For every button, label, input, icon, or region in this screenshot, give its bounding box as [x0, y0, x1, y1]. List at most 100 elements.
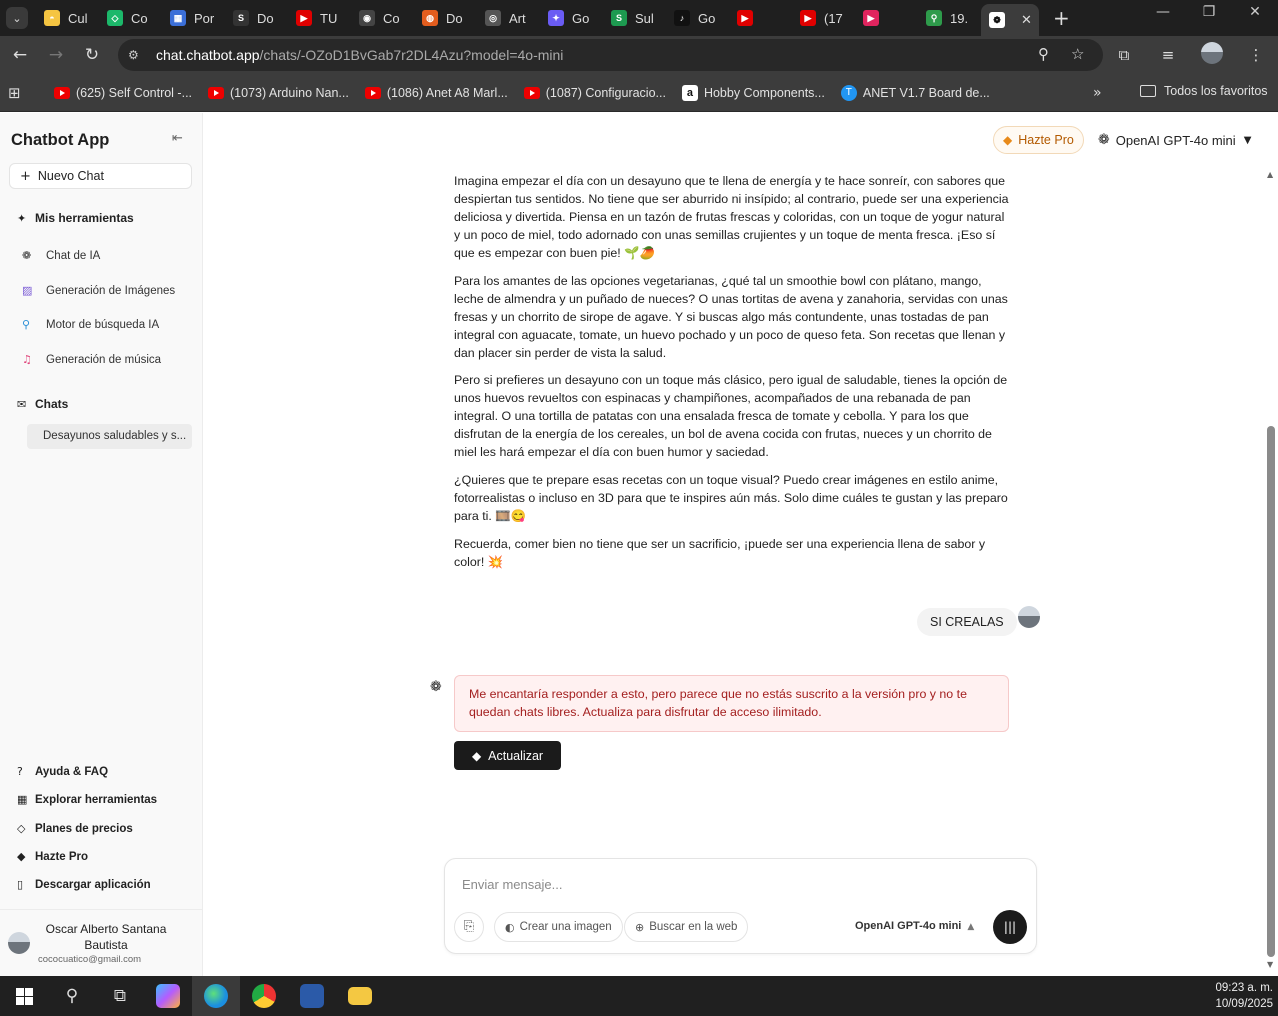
tab-label: Do [446, 10, 463, 26]
sidebar-tool-label: Motor de búsqueda IA [46, 318, 160, 331]
edge-icon[interactable] [192, 976, 240, 1016]
upgrade-button[interactable]: ◆ Actualizar [454, 741, 561, 770]
vscode-icon[interactable] [288, 976, 336, 1016]
tab-label: Co [131, 10, 148, 26]
search-web-button[interactable]: ⊕ Buscar en la web [624, 912, 749, 942]
all-bookmarks-folder[interactable]: Todos los favoritos [1140, 84, 1268, 98]
restore-button[interactable]: ❐ [1186, 0, 1232, 26]
collapse-sidebar-icon[interactable]: ⇤ [172, 131, 183, 146]
sidebar-tool-item[interactable]: ♫ Generación de música [22, 353, 161, 366]
grid-icon: ▦ [17, 793, 28, 806]
sidebar-footer-link[interactable]: ▦ Explorar herramientas [17, 793, 157, 806]
browser-tab[interactable]: ◍ Do [414, 4, 477, 32]
browser-tab[interactable]: ▶ [729, 4, 792, 32]
browser-tab[interactable]: ◉ Co [351, 4, 414, 32]
amazon-icon: a [681, 84, 698, 101]
search-icon: ⚲ [22, 318, 31, 331]
model-selector[interactable]: ❁ OpenAI GPT-4o mini ▼ [1098, 132, 1251, 148]
new-chat-button[interactable]: + Nuevo Chat [9, 163, 192, 189]
browser-tab[interactable]: ▶ [855, 4, 918, 32]
extensions-icon[interactable]: ⧉ [1102, 46, 1146, 64]
bookmark-item[interactable]: T ANET V1.7 Board de... [840, 84, 990, 101]
scroll-down-icon[interactable]: ▼ [1267, 960, 1273, 969]
scroll-up-icon[interactable]: ▲ [1267, 170, 1273, 179]
bookmark-star-icon[interactable]: ☆ [1071, 45, 1084, 63]
sidebar-tool-item[interactable]: ▨ Generación de Imágenes [22, 284, 175, 297]
user-avatar[interactable] [8, 932, 30, 954]
sidebar-tool-label: Chat de IA [46, 249, 101, 262]
browser-tab[interactable]: ♪ Go [666, 4, 729, 32]
zoom-search-icon[interactable]: ⚲ [1038, 45, 1049, 63]
chevron-up-icon: ▲ [967, 922, 975, 932]
file-explorer-icon[interactable] [336, 976, 384, 1016]
divider [0, 909, 203, 910]
browser-tab[interactable]: S Sul [603, 4, 666, 32]
browser-tab[interactable]: S Do [225, 4, 288, 32]
clock-date: 10/09/2025 [1215, 998, 1273, 1010]
browser-tab[interactable]: ▦ Por [162, 4, 225, 32]
composer-model-selector[interactable]: OpenAI GPT-4o mini ▲ [855, 920, 974, 932]
tab-label: 19. [950, 10, 969, 26]
window-controls: — ❐ ✕ [1140, 0, 1278, 26]
back-button[interactable]: ← [2, 45, 38, 65]
url-text[interactable]: chat.chatbot.app/chats/-OZoD1BvGab7r2DL4… [156, 47, 563, 63]
reload-button[interactable]: ↻ [74, 45, 110, 65]
tab-label: Go [572, 10, 590, 26]
sidebar-footer-link[interactable]: ◇ Planes de precios [17, 822, 133, 835]
tab-search-dropdown-icon[interactable]: ⌄ [6, 7, 28, 29]
youtube-icon [364, 86, 381, 99]
profile-avatar[interactable] [1190, 42, 1234, 68]
bookmark-item[interactable]: (1086) Anet A8 Marl... [364, 86, 508, 100]
address-bar[interactable]: ⚙ chat.chatbot.app/chats/-OZoD1BvGab7r2D… [118, 39, 1103, 71]
browser-tab[interactable]: ▶ (17 [792, 4, 855, 32]
active-browser-tab[interactable]: ❁ ✕ [981, 4, 1039, 36]
bookmark-item[interactable]: (1073) Arduino Nan... [208, 86, 349, 100]
system-clock[interactable]: 09:23 a. m. 10/09/2025 [1215, 980, 1273, 1012]
diamond-icon: ◆ [1003, 133, 1013, 147]
browser-tab[interactable]: ▶ TU [288, 4, 351, 32]
browser-tab[interactable]: ◎ Art [477, 4, 540, 32]
start-windows-icon[interactable] [0, 976, 48, 1016]
tab-favicon-icon: ♪ [674, 10, 690, 26]
bookmark-item[interactable]: a Hobby Components... [681, 84, 825, 101]
bookmark-item[interactable]: (1087) Configuracio... [523, 86, 666, 100]
close-tab-icon[interactable]: ✕ [1021, 13, 1032, 28]
sidebar-tool-item[interactable]: ⚲ Motor de búsqueda IA [22, 318, 159, 331]
apps-grid-icon[interactable]: ⊞ [8, 84, 38, 102]
sidebar-footer-link[interactable]: ▯ Descargar aplicación [17, 878, 151, 891]
sidebar-tool-item[interactable]: ❁ Chat de IA [22, 249, 100, 262]
create-image-button[interactable]: ◐ Crear una imagen [494, 912, 623, 942]
copilot-icon[interactable] [144, 976, 192, 1016]
new-tab-button[interactable]: + [1053, 6, 1070, 30]
scrollbar-thumb[interactable] [1267, 426, 1275, 957]
user-name[interactable]: Oscar Alberto Santana Bautista [32, 921, 180, 953]
forward-button[interactable]: → [38, 45, 74, 65]
task-view-icon[interactable]: ⧉ [96, 976, 144, 1016]
site-info-icon[interactable]: ⚙ [128, 48, 144, 62]
sidebar-footer-link[interactable]: ◆ Hazte Pro [17, 850, 88, 863]
browser-tab[interactable]: ◓ Cul [36, 4, 99, 32]
phone-icon: ▯ [17, 878, 24, 891]
chrome-icon[interactable] [240, 976, 288, 1016]
voice-input-button[interactable]: ||| [993, 910, 1027, 944]
browser-tab[interactable]: ⚲ 19. [918, 4, 981, 32]
hazte-pro-button[interactable]: ◆ Hazte Pro [993, 126, 1084, 154]
message-input[interactable]: Enviar mensaje... [462, 877, 562, 892]
bookmarks-overflow-button[interactable]: » [1093, 85, 1102, 101]
page-scrollbar[interactable]: ▲ ▼ [1265, 170, 1278, 976]
url-host: chat.chatbot.app [156, 47, 260, 63]
attach-file-button[interactable]: ⎘ [454, 912, 484, 942]
browser-tab[interactable]: ◇ Co [99, 4, 162, 32]
browser-tab[interactable]: ✦ Go [540, 4, 603, 32]
media-controls-icon[interactable]: ≡ [1146, 46, 1190, 64]
chat-history-item[interactable]: Desayunos saludables y s... [27, 424, 192, 449]
menu-kebab-icon[interactable]: ⋮ [1234, 46, 1278, 64]
search-icon[interactable]: ⚲ [48, 976, 96, 1016]
youtube-icon [54, 86, 70, 99]
sidebar-footer-link[interactable]: ? Ayuda & FAQ [17, 765, 108, 778]
close-window-button[interactable]: ✕ [1232, 0, 1278, 26]
windows-taskbar: ⚲ ⧉ 09:23 a. m. 10/09/2025 [0, 976, 1278, 1016]
search-web-label: Buscar en la web [649, 921, 738, 933]
bookmark-item[interactable]: (625) Self Control -... [54, 86, 192, 100]
minimize-button[interactable]: — [1140, 0, 1186, 26]
